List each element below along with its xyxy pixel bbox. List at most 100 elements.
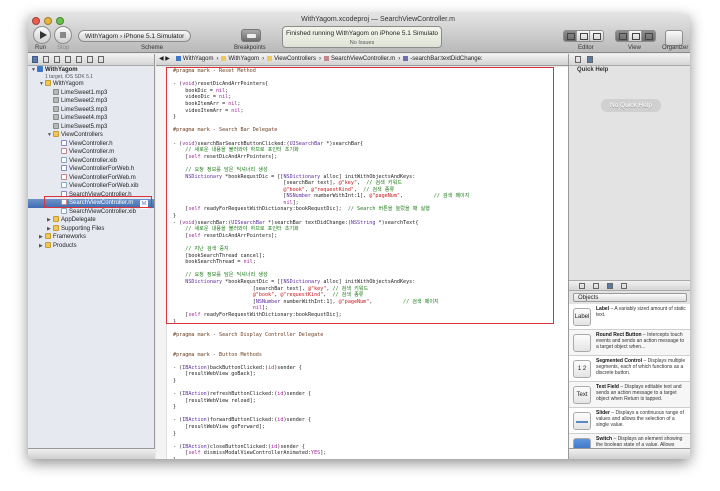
scheme-selector[interactable]: WithYagom › iPhone 5.1 Simulator [78,30,192,42]
file-tree-item[interactable]: ▶ Supporting Files [28,224,154,234]
editor-mode-control[interactable] [563,30,604,42]
library-item-text: Round Rect Button – Intercepts touch eve… [596,332,688,350]
library-filter-select[interactable]: Objects [573,293,687,302]
file-inspector-tab-icon[interactable] [575,56,581,63]
debug-area-toggle-icon[interactable] [629,31,642,41]
code-token: IBAction [182,391,207,398]
code-token: )sender { [274,364,302,371]
library-filter-bar[interactable] [569,448,690,459]
audio-file-icon [53,105,59,112]
code-snippet-library-icon[interactable] [593,283,599,289]
navigator-toggle-icon[interactable] [616,31,629,41]
file-template-library-icon[interactable] [579,283,585,289]
stop-button[interactable] [54,26,72,44]
file-tree-item[interactable]: SearchViewController.xib [28,207,154,217]
code-line[interactable] [173,358,558,365]
library-item-icon-text: Label [574,314,590,320]
library-item[interactable]: Text Text Field – Displays editable text … [569,382,690,408]
file-tree-item[interactable]: ViewControllerForWeb.h [28,165,154,174]
file-tree-item[interactable]: LimeSweet3.mp3 [28,105,154,115]
symbol-navigator-tab-icon[interactable] [43,56,49,63]
utilities-toggle-icon[interactable] [642,31,655,41]
code-line[interactable] [173,325,558,332]
issue-navigator-tab-icon[interactable] [65,56,71,63]
minimize-window-button[interactable] [44,17,52,25]
code-line[interactable] [173,385,558,392]
code-line[interactable]: - (IBAction)forwardButtonClicked:(id)sen… [173,417,558,424]
debug-navigator-tab-icon[interactable] [76,56,82,63]
file-tree-item[interactable]: ▼ WithYagom 1 target, iOS SDK 5.1 [28,66,154,80]
code-line[interactable] [173,338,558,345]
code-line[interactable]: } [173,431,558,438]
slider-icon [573,412,591,430]
jump-bar[interactable]: ◀ ▶ WithYagom › WithYagom › ViewControllers › S… [156,54,568,66]
file-tree-item[interactable]: ViewController.h [28,139,154,149]
file-tree-item[interactable]: ▶ AppDelegate [28,216,154,225]
organizer-button[interactable] [665,30,683,46]
jumpbar-crumb[interactable]: ViewControllers [264,54,319,65]
file-tree-item[interactable]: LimeSweet5.mp3 [28,122,154,132]
file-tree-item[interactable]: ▼ ViewControllers [28,131,154,140]
code-line[interactable] [173,437,558,444]
file-tree-item[interactable]: LimeSweet1.mp3 [28,88,154,98]
jumpbar-crumb[interactable]: WithYagom [173,54,217,65]
file-tree-item[interactable]: ▼ WithYagom [28,80,154,89]
code-line[interactable]: [resultWebView reload]; [173,398,558,405]
code-line[interactable]: } [173,378,558,385]
project-navigator-tab-icon[interactable] [32,56,38,63]
code-line[interactable]: } [173,404,558,411]
code-line[interactable]: } [173,457,558,459]
file-tree-item-label: Frameworks [53,234,87,240]
code-line[interactable]: [self dismissModalViewControllerAnimated… [173,450,558,457]
standard-editor-icon[interactable] [564,31,577,41]
library-item[interactable]: Label Label – A variably sized amount of … [569,304,690,330]
code-line[interactable] [173,411,558,418]
library-item[interactable]: Slider – Displays a continuous range of … [569,408,690,434]
segmented-control-icon: 1 2 [573,360,591,378]
code-line[interactable]: - (IBAction)closeButtonClicked:(id)sende… [173,444,558,451]
breakpoints-button[interactable] [241,29,261,42]
jumpbar-nav-arrows-icon[interactable]: ◀ ▶ [156,54,173,65]
file-tree-item[interactable]: ViewController.m [28,148,154,157]
code-line[interactable]: [resultWebView goForward]; [173,424,558,431]
close-window-button[interactable] [32,17,40,25]
code-line[interactable]: [resultWebView goBack]; [173,371,558,378]
file-tree-item-label: LimeSweet2.mp3 [61,98,108,104]
file-tree-item[interactable]: LimeSweet2.mp3 [28,97,154,106]
file-tree-item[interactable]: LimeSweet4.mp3 [28,114,154,123]
code-line[interactable]: - (IBAction)refreshButtonClicked:(id)sen… [173,391,558,398]
navigator-filter-bar[interactable] [28,448,155,459]
code-token: ]; [320,450,327,457]
file-tree-item[interactable]: ViewControllerForWeb.m [28,173,154,183]
library-item[interactable]: Round Rect Button – Intercepts touch eve… [569,330,690,356]
view-control[interactable] [615,30,656,42]
zoom-window-button[interactable] [56,17,64,25]
project-icon [37,66,43,73]
code-line[interactable] [173,345,558,352]
library-item[interactable]: 1 2 Segmented Control – Displays multiple… [569,356,690,382]
file-tree-item-label: ViewControllerForWeb.h [69,166,135,172]
jumpbar-crumb[interactable]: SearchViewController.m [321,54,398,65]
file-tree-item[interactable]: ViewControllerForWeb.xib [28,182,154,191]
search-navigator-tab-icon[interactable] [54,56,60,63]
code-line[interactable]: - (IBAction)backButtonClicked:(id)sender… [173,365,558,372]
inspector-tabs [569,54,690,66]
file-tree-item[interactable]: ViewController.xib [28,156,154,166]
file-tree-item[interactable]: ▶ Products [28,241,154,251]
code-line[interactable]: #pragma mark - Button Methods [173,352,558,359]
jumpbar-crumb[interactable]: -searchBar:textDidChange: [400,54,485,65]
jumpbar-crumb-label: -searchBar:textDidChange: [410,56,483,62]
log-navigator-tab-icon[interactable] [98,56,104,63]
media-library-icon[interactable] [621,283,627,289]
run-button[interactable] [33,26,51,44]
code-line[interactable]: #pragma mark - Search Display Controller… [173,332,558,339]
jumpbar-crumb[interactable]: WithYagom [218,54,262,65]
version-editor-icon[interactable] [590,31,603,41]
file-tree-item[interactable]: ▶ Frameworks [28,233,154,242]
assistant-editor-icon[interactable] [577,31,590,41]
quick-help-tab-icon[interactable] [587,56,593,63]
breakpoint-navigator-tab-icon[interactable] [87,56,93,63]
folder-icon [53,131,59,138]
object-library-icon[interactable] [607,283,613,289]
view-label: View [628,45,641,51]
